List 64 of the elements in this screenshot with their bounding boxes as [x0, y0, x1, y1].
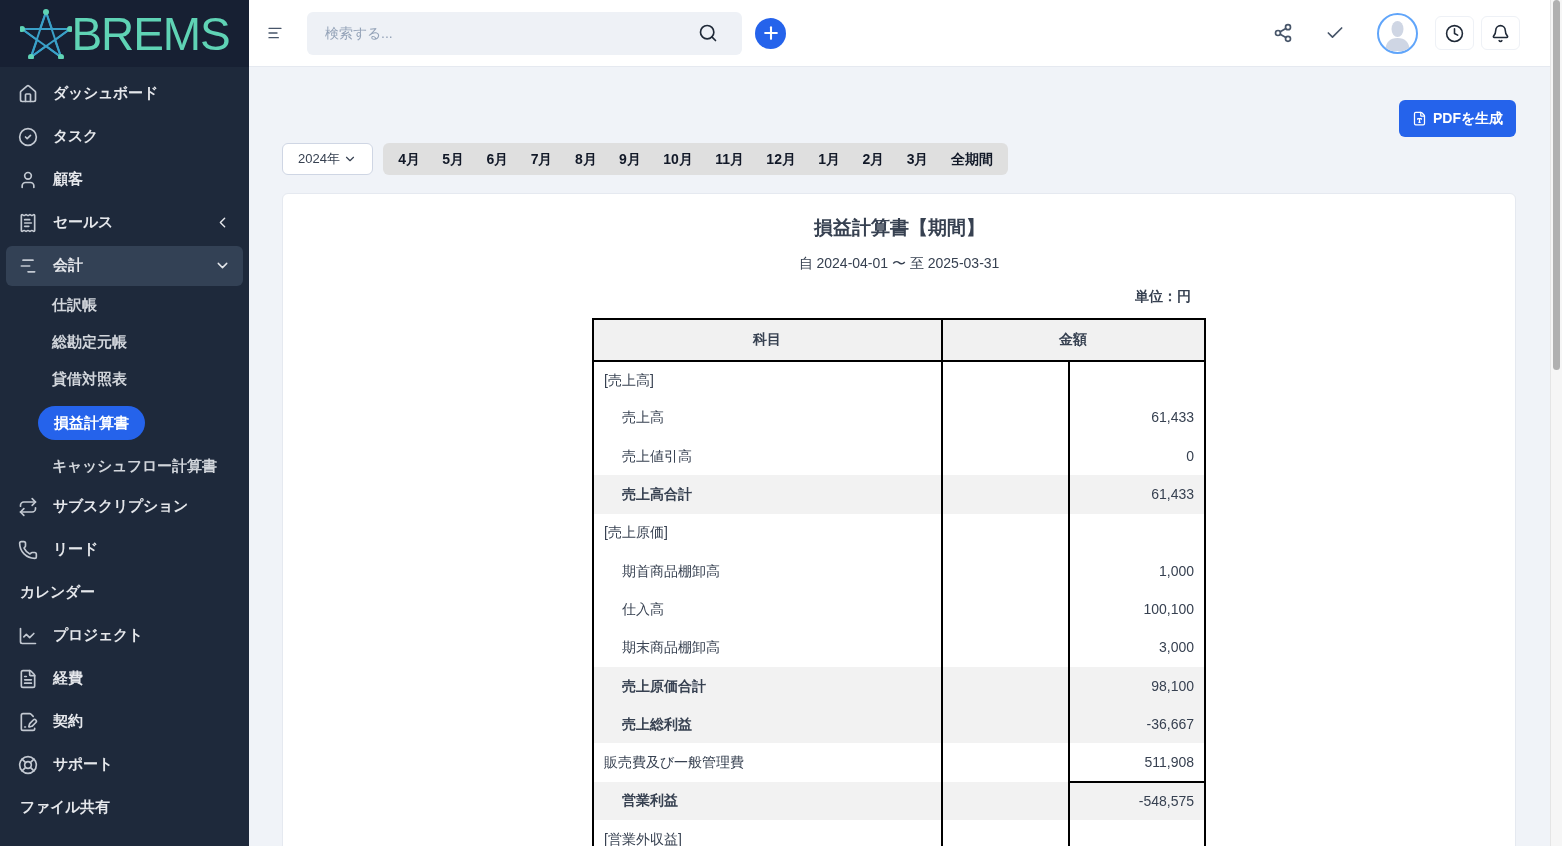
month-button[interactable]: 6月 — [475, 143, 520, 175]
chart-line-icon — [18, 625, 38, 646]
sidebar-item[interactable]: 経費 — [6, 658, 243, 699]
sidebar-item[interactable]: ダッシュボード — [6, 73, 243, 114]
submenu-item[interactable]: キャッシュフロー計算書 — [38, 455, 231, 478]
month-button[interactable]: 1月 — [807, 143, 852, 175]
history-button[interactable] — [1435, 16, 1474, 50]
report-title: 損益計算書【期間】 — [813, 216, 985, 240]
submenu-item[interactable]: 総勘定元帳 — [38, 331, 141, 354]
month-button[interactable]: 7月 — [519, 143, 564, 175]
month-button[interactable]: 5月 — [431, 143, 476, 175]
submenu-item[interactable]: 貸借対照表 — [38, 368, 141, 391]
sidebar-group[interactable]: 会計 — [6, 245, 243, 286]
share-icon[interactable] — [1273, 23, 1293, 43]
search-icon[interactable] — [698, 22, 718, 43]
sidebar-item[interactable]: カレンダー — [6, 572, 243, 613]
scrollbar[interactable] — [1550, 0, 1562, 846]
sidebar-item[interactable]: リード — [6, 529, 243, 570]
search-field[interactable]: 検索する... — [307, 11, 742, 55]
submenu-item[interactable]: 仕訳帳 — [38, 294, 111, 317]
month-button[interactable]: 11月 — [704, 143, 756, 175]
home-icon — [18, 83, 38, 104]
month-button[interactable]: 3月 — [895, 143, 940, 175]
avatar[interactable] — [1377, 12, 1418, 54]
year-select[interactable]: 2024年 — [282, 143, 373, 175]
month-button[interactable]: 2月 — [851, 143, 896, 175]
check-circle-icon — [18, 126, 38, 147]
month-button[interactable]: 12月 — [755, 143, 808, 175]
sidebar-item[interactable]: 顧客 — [6, 159, 243, 200]
month-button[interactable]: 10月 — [652, 143, 704, 175]
table-header-cell: 金額 — [941, 318, 1205, 361]
user-icon — [18, 169, 38, 190]
month-button[interactable]: 8月 — [563, 143, 608, 175]
repeat-icon — [18, 496, 38, 517]
receipt-icon — [18, 212, 38, 233]
month-button[interactable]: 4月 — [387, 143, 432, 175]
star-logo-icon — [19, 8, 72, 59]
sidebar-item[interactable]: プロジェクト — [6, 615, 243, 656]
phone-icon — [18, 539, 38, 560]
sidebar-item[interactable]: 契約 — [6, 701, 243, 742]
submenu-item[interactable]: 損益計算書 — [38, 405, 145, 441]
bell-icon — [1491, 23, 1510, 43]
notification-button[interactable] — [1481, 16, 1520, 50]
sidebar-group[interactable]: セールス — [6, 202, 243, 243]
lifebuoy-icon — [18, 754, 38, 775]
amount-cell: 511,908 — [1069, 743, 1205, 782]
pdf-file-icon — [1412, 111, 1427, 126]
menu-icon[interactable] — [267, 25, 283, 41]
table-header-cell: 科目 — [593, 318, 942, 361]
contract-icon — [18, 711, 38, 732]
clock-icon — [1445, 23, 1464, 43]
document-icon — [18, 668, 38, 689]
add-button[interactable] — [755, 17, 786, 49]
sidebar-item[interactable]: サブスクリプション — [6, 486, 243, 527]
unit-label: 単位：円 — [1134, 286, 1191, 306]
logo-text: BREMS — [71, 10, 230, 57]
generate-pdf-button[interactable]: PDFを生成 — [1399, 100, 1516, 137]
month-button[interactable]: 9月 — [607, 143, 653, 175]
sidebar-item[interactable]: タスク — [6, 116, 243, 157]
account-cell: [営業外収益] — [593, 820, 942, 846]
report-period: 自 2024-04-01 〜 至 2025-03-31 — [798, 253, 1000, 273]
sidebar-item[interactable]: ファイル共有 — [6, 787, 243, 828]
sidebar-item[interactable]: サポート — [6, 744, 243, 785]
month-button[interactable]: 全期間 — [939, 143, 1004, 175]
